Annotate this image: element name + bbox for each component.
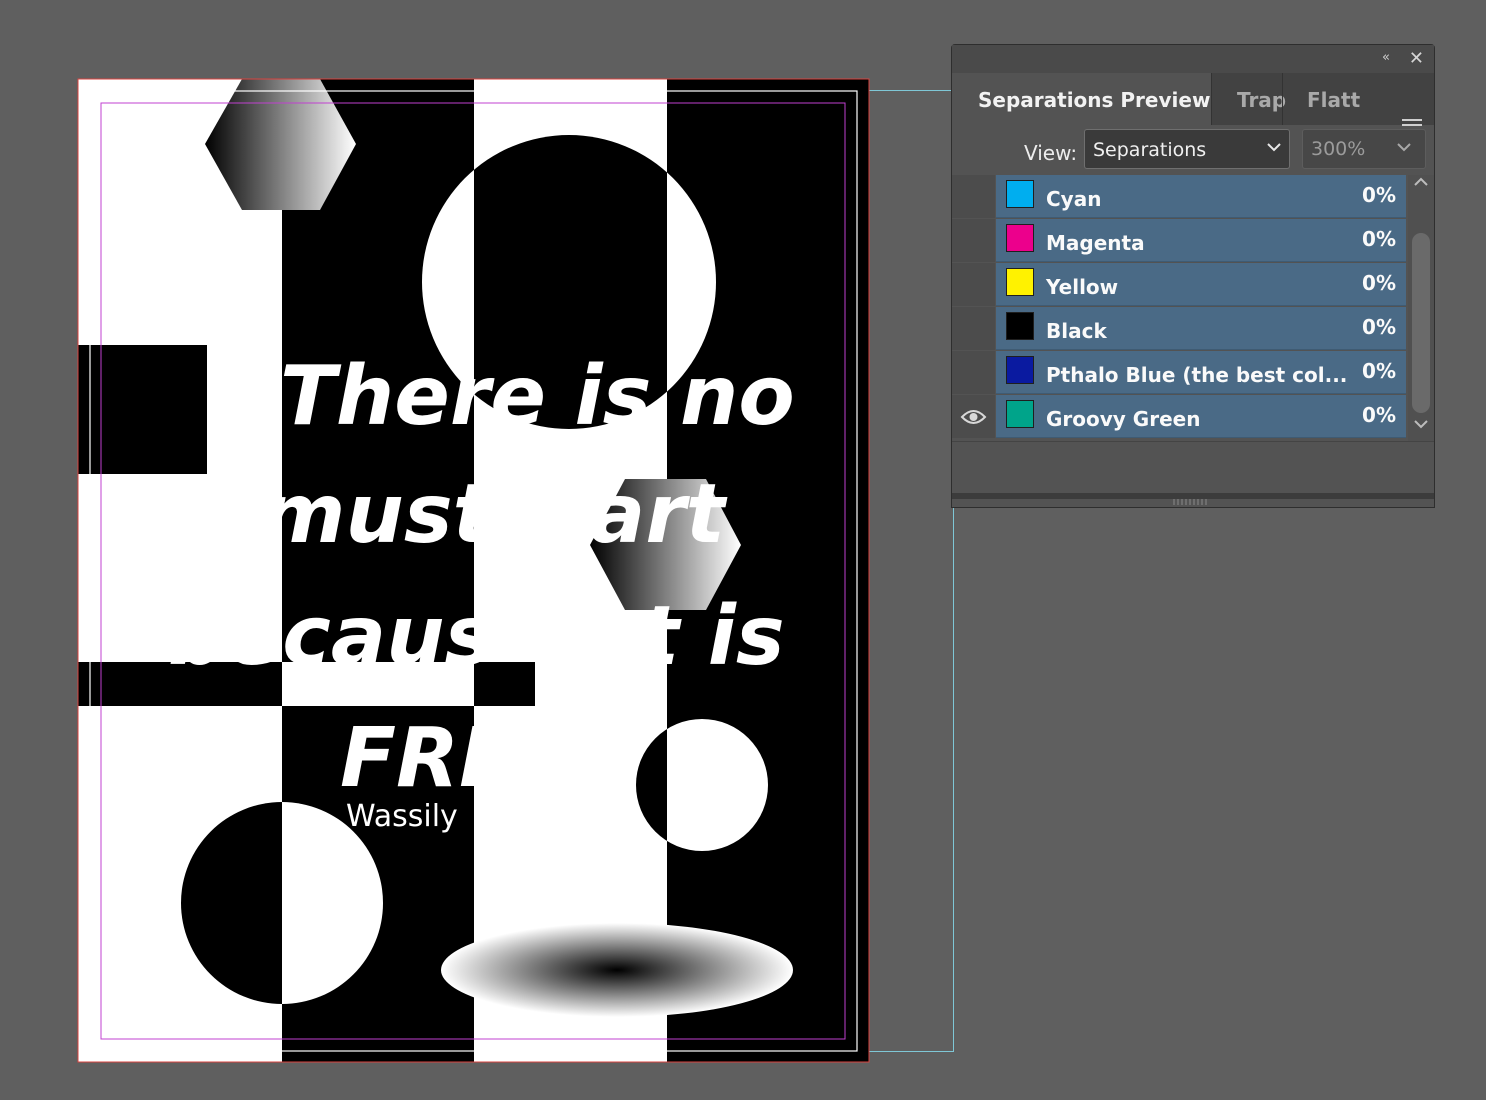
visibility-toggle[interactable] — [952, 219, 995, 262]
zoom-dropdown[interactable]: 300% — [1302, 129, 1426, 169]
ink-row-body[interactable]: Groovy Green 0% — [996, 395, 1406, 438]
ink-percent: 0% — [1362, 315, 1396, 339]
ink-swatch — [1006, 268, 1034, 296]
ink-row-body[interactable]: Cyan 0% — [996, 175, 1406, 218]
ink-name: Groovy Green — [1046, 407, 1201, 431]
tab-separations-preview[interactable]: Separations Preview — [952, 73, 1211, 125]
ink-name: Magenta — [1046, 231, 1145, 255]
ink-row-magenta[interactable]: Magenta 0% — [952, 219, 1406, 262]
ink-row-black[interactable]: Black 0% — [952, 307, 1406, 350]
visibility-toggle[interactable] — [952, 395, 995, 438]
quote-attribution: Wassily — [346, 799, 458, 834]
view-row: View: Separations 300% — [952, 125, 1434, 175]
gradient-ellipse — [441, 923, 793, 1017]
collapse-icon[interactable]: « — [1382, 50, 1390, 65]
block-black-left — [78, 345, 207, 474]
chevron-down-icon — [1267, 143, 1281, 152]
panel-tab-strip: Separations Preview Trap Flatt — [952, 73, 1434, 136]
ink-row-yellow[interactable]: Yellow 0% — [952, 263, 1406, 306]
panel-footer-area — [952, 441, 1434, 494]
quote-line-6: FRE — [340, 711, 515, 806]
quote-line-1: There is no — [280, 349, 795, 444]
ink-name: Yellow — [1046, 275, 1119, 299]
ink-percent: 0% — [1362, 271, 1396, 295]
chevron-down-icon — [1397, 143, 1411, 152]
separations-preview-panel: « ✕ Separations Preview Trap Flatt View:… — [951, 44, 1435, 508]
ink-name: Pthalo Blue (the best col... — [1046, 363, 1348, 387]
ink-swatch — [1006, 356, 1034, 384]
chevron-up-icon[interactable] — [1414, 177, 1428, 187]
ink-row-body[interactable]: Yellow 0% — [996, 263, 1406, 306]
ink-row-body[interactable]: Black 0% — [996, 307, 1406, 350]
ink-percent: 0% — [1362, 403, 1396, 427]
ink-row-pthalo-blue[interactable]: Pthalo Blue (the best col... 0% — [952, 351, 1406, 394]
close-icon[interactable]: ✕ — [1409, 48, 1424, 69]
tab-flattener[interactable]: Flatt — [1307, 73, 1360, 125]
ink-percent: 0% — [1362, 359, 1396, 383]
eye-icon — [960, 410, 987, 424]
tab-divider — [1211, 73, 1212, 125]
ink-name: Cyan — [1046, 187, 1102, 211]
scrollbar-thumb[interactable] — [1412, 233, 1430, 413]
ink-row-groovy-green[interactable]: Groovy Green 0% — [952, 395, 1406, 438]
quote-line-4: becaus — [168, 589, 493, 684]
view-dropdown-value: Separations — [1093, 139, 1207, 161]
tab-trap[interactable]: Trap — [1237, 73, 1286, 125]
quote-line-2: must — [260, 467, 495, 562]
ink-row-body[interactable]: Magenta 0% — [996, 219, 1406, 262]
quote-line-5: t is — [640, 589, 785, 684]
view-label: View: — [1024, 141, 1078, 165]
ink-percent: 0% — [1362, 227, 1396, 251]
view-dropdown[interactable]: Separations — [1084, 129, 1290, 169]
visibility-toggle[interactable] — [952, 175, 995, 218]
panel-title-bar[interactable]: « ✕ — [952, 45, 1434, 74]
ink-swatch — [1006, 224, 1034, 252]
ink-swatch — [1006, 312, 1034, 340]
ink-swatch — [1006, 180, 1034, 208]
quote-line-3: art — [590, 467, 728, 562]
ink-swatch — [1006, 400, 1034, 428]
ink-name: Black — [1046, 319, 1107, 343]
ink-list: Cyan 0% Magenta 0% Yellow 0% Black 0% Pt… — [952, 175, 1434, 443]
ink-row-body[interactable]: Pthalo Blue (the best col... 0% — [996, 351, 1406, 394]
ink-row-cyan[interactable]: Cyan 0% — [952, 175, 1406, 218]
visibility-toggle[interactable] — [952, 263, 995, 306]
zoom-value: 300% — [1311, 138, 1366, 160]
chevron-down-icon[interactable] — [1414, 419, 1428, 429]
ink-percent: 0% — [1362, 183, 1396, 207]
visibility-toggle[interactable] — [952, 307, 995, 350]
visibility-toggle[interactable] — [952, 351, 995, 394]
resize-grip-icon[interactable] — [1172, 499, 1212, 505]
ink-list-scrollbar[interactable] — [1408, 175, 1434, 441]
tab-divider — [1282, 73, 1283, 125]
